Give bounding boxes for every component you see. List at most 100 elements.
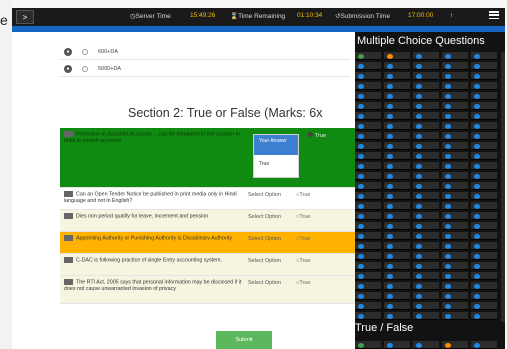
option-radio[interactable] [82, 48, 88, 55]
palette-question-button[interactable] [442, 272, 468, 280]
palette-question-button[interactable] [442, 182, 468, 190]
palette-question-button[interactable] [355, 222, 381, 230]
palette-question-button[interactable] [384, 302, 410, 310]
palette-question-button[interactable] [413, 192, 439, 200]
palette-question-button[interactable] [442, 62, 468, 70]
palette-question-button[interactable] [471, 341, 497, 349]
palette-question-button[interactable] [471, 252, 497, 260]
palette-question-button[interactable] [471, 202, 497, 210]
palette-question-button[interactable] [442, 202, 468, 210]
palette-question-button[interactable] [413, 222, 439, 230]
palette-question-button[interactable] [471, 112, 497, 120]
palette-question-button[interactable] [355, 72, 381, 80]
palette-question-button[interactable] [442, 142, 468, 150]
submit-button[interactable]: Submit [216, 331, 272, 349]
palette-question-button[interactable] [413, 82, 439, 90]
palette-question-button[interactable] [471, 272, 497, 280]
palette-question-button[interactable] [442, 252, 468, 260]
true-radio[interactable]: ○True [296, 258, 310, 264]
palette-question-button[interactable] [442, 72, 468, 80]
palette-question-button[interactable] [471, 192, 497, 200]
palette-question-button[interactable] [413, 242, 439, 250]
palette-question-button[interactable] [384, 292, 410, 300]
palette-question-button[interactable] [442, 341, 468, 349]
palette-question-button[interactable] [413, 152, 439, 160]
palette-question-button[interactable] [471, 172, 497, 180]
palette-question-button[interactable] [471, 162, 497, 170]
palette-question-button[interactable] [413, 172, 439, 180]
palette-question-button[interactable] [355, 312, 381, 320]
palette-question-button[interactable] [471, 62, 497, 70]
palette-question-button[interactable] [413, 252, 439, 260]
palette-question-button[interactable] [442, 312, 468, 320]
palette-question-button[interactable] [355, 202, 381, 210]
palette-question-button[interactable] [442, 222, 468, 230]
palette-question-button[interactable] [442, 232, 468, 240]
palette-question-button[interactable] [384, 112, 410, 120]
palette-question-button[interactable] [413, 52, 439, 60]
select-option-dropdown[interactable]: Select Option [248, 258, 281, 264]
palette-question-button[interactable] [442, 152, 468, 160]
palette-question-button[interactable] [471, 152, 497, 160]
palette-question-button[interactable] [384, 132, 410, 140]
palette-question-button[interactable] [442, 282, 468, 290]
option-row[interactable]: ● 600+DA [60, 44, 350, 60]
palette-question-button[interactable] [413, 182, 439, 190]
palette-question-button[interactable] [384, 272, 410, 280]
palette-question-button[interactable] [471, 212, 497, 220]
palette-question-button[interactable] [384, 312, 410, 320]
hamburger-icon[interactable] [489, 11, 499, 19]
palette-question-button[interactable] [384, 182, 410, 190]
palette-question-button[interactable] [413, 282, 439, 290]
palette-question-button[interactable] [384, 92, 410, 100]
palette-question-button[interactable] [413, 92, 439, 100]
true-radio[interactable]: ○True [296, 192, 310, 198]
palette-question-button[interactable] [471, 132, 497, 140]
palette-question-button[interactable] [384, 82, 410, 90]
palette-question-button[interactable] [384, 341, 410, 349]
palette-question-button[interactable] [355, 252, 381, 260]
palette-question-button[interactable] [471, 262, 497, 270]
palette-question-button[interactable] [384, 142, 410, 150]
palette-question-button[interactable] [442, 292, 468, 300]
palette-question-button[interactable] [413, 102, 439, 110]
palette-question-button[interactable] [471, 52, 497, 60]
true-radio[interactable]: True [308, 132, 326, 139]
palette-question-button[interactable] [413, 162, 439, 170]
select-option-dropdown[interactable]: Select Option [248, 214, 281, 220]
palette-question-button[interactable] [384, 122, 410, 130]
palette-question-button[interactable] [384, 222, 410, 230]
dropdown-option[interactable]: True [254, 155, 298, 175]
palette-question-button[interactable] [413, 122, 439, 130]
palette-question-button[interactable] [413, 132, 439, 140]
palette-question-button[interactable] [355, 82, 381, 90]
palette-question-button[interactable] [384, 202, 410, 210]
palette-question-button[interactable] [413, 292, 439, 300]
palette-question-button[interactable] [413, 302, 439, 310]
palette-question-button[interactable] [413, 142, 439, 150]
palette-question-button[interactable] [413, 212, 439, 220]
palette-question-button[interactable] [355, 142, 381, 150]
palette-question-button[interactable] [413, 232, 439, 240]
palette-question-button[interactable] [355, 292, 381, 300]
true-radio[interactable]: ○True [296, 214, 310, 220]
palette-question-button[interactable] [384, 152, 410, 160]
palette-question-button[interactable] [355, 192, 381, 200]
palette-question-button[interactable] [384, 172, 410, 180]
select-option-dropdown[interactable]: Select Option [248, 280, 281, 286]
palette-question-button[interactable] [413, 312, 439, 320]
palette-question-button[interactable] [442, 192, 468, 200]
palette-question-button[interactable] [384, 102, 410, 110]
palette-question-button[interactable] [471, 282, 497, 290]
palette-question-button[interactable] [471, 312, 497, 320]
palette-question-button[interactable] [355, 282, 381, 290]
palette-question-button[interactable] [355, 302, 381, 310]
palette-question-button[interactable] [355, 52, 381, 60]
palette-question-button[interactable] [471, 222, 497, 230]
palette-question-button[interactable] [355, 62, 381, 70]
palette-question-button[interactable] [471, 142, 497, 150]
palette-question-button[interactable] [471, 82, 497, 90]
palette-question-button[interactable] [442, 132, 468, 140]
palette-question-button[interactable] [413, 62, 439, 70]
true-radio[interactable]: ○True [296, 280, 310, 286]
